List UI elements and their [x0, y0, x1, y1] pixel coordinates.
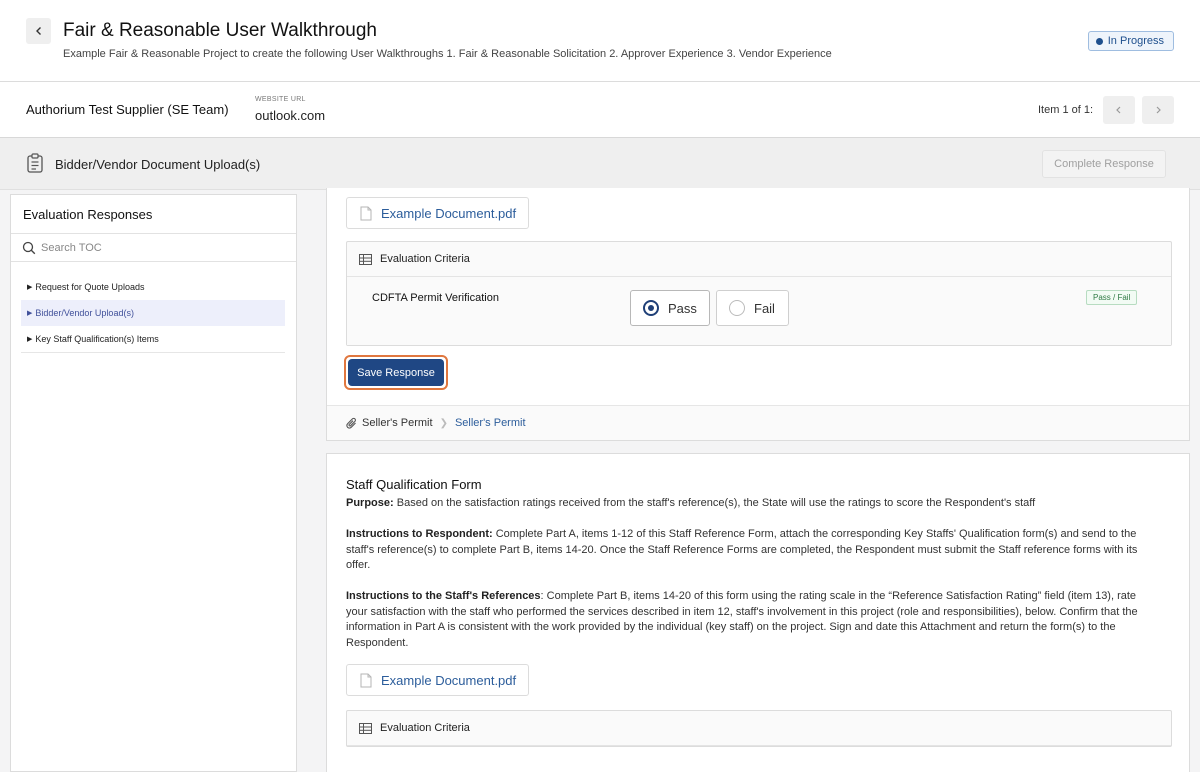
purpose-text: Based on the satisfaction ratings receiv…: [393, 497, 1036, 509]
radio-checked-icon: [643, 300, 659, 316]
references-label: Instructions to the Staff's References: [346, 590, 541, 602]
back-button[interactable]: [26, 18, 51, 44]
toc-item-key-staff-qualifications[interactable]: ▶ Key Staff Qualification(s) Items: [21, 326, 285, 352]
fail-radio-option[interactable]: Fail: [716, 290, 789, 326]
item-counter: Item 1 of 1:: [1038, 104, 1094, 116]
website-label: WEBSITE URL: [255, 96, 306, 103]
toc-search-input[interactable]: [41, 238, 281, 258]
radio-unchecked-icon: [729, 300, 745, 316]
criteria-title: Evaluation Criteria: [380, 253, 470, 265]
clipboard-icon: [27, 153, 43, 173]
document-link[interactable]: Example Document.pdf: [346, 197, 529, 229]
save-response-button[interactable]: Save Response: [348, 359, 444, 386]
toc-sidebar: Evaluation Responses ▶ Request for Quote…: [10, 194, 297, 772]
complete-response-button[interactable]: Complete Response: [1042, 150, 1166, 178]
breadcrumb-item: Seller's Permit: [362, 417, 433, 429]
criteria-title: Evaluation Criteria: [380, 722, 470, 734]
table-icon: [359, 722, 372, 734]
section-title: Bidder/Vendor Document Upload(s): [55, 157, 261, 172]
evaluation-criteria-panel: Evaluation Criteria: [346, 710, 1172, 747]
form-title: Staff Qualification Form: [346, 477, 482, 492]
criterion-type-badge: Pass / Fail: [1086, 290, 1138, 305]
toc-item-bidder-vendor-uploads[interactable]: ▶ Bidder/Vendor Upload(s): [21, 300, 285, 326]
document-icon: [360, 673, 372, 687]
status-badge: In Progress: [1087, 31, 1174, 51]
criteria-header: Evaluation Criteria: [347, 242, 1171, 277]
supplier-bar: Authorium Test Supplier (SE Team) WEBSIT…: [0, 82, 1200, 138]
document-name: Example Document.pdf: [381, 205, 517, 221]
page-description: Example Fair & Reasonable Project to cre…: [63, 48, 832, 60]
website-value: outlook.com: [255, 108, 326, 123]
page-title: Fair & Reasonable User Walkthrough: [63, 20, 377, 41]
document-icon: [360, 206, 372, 220]
instructions-paragraph: Instructions to Respondent: Complete Par…: [346, 527, 1158, 574]
purpose-paragraph: Purpose: Based on the satisfaction ratin…: [346, 496, 1158, 512]
chevron-right-icon: [1156, 106, 1161, 114]
toc-item-label: Request for Quote Uploads: [35, 282, 145, 292]
section-bar: Bidder/Vendor Document Upload(s) Complet…: [0, 138, 1200, 190]
next-item-button[interactable]: [1142, 96, 1174, 124]
pass-radio-option[interactable]: Pass: [630, 290, 710, 326]
response-card-sellers-permit: Example Document.pdf Evaluation Criteria…: [326, 188, 1190, 441]
save-response-highlight: Save Response: [344, 355, 448, 390]
references-paragraph: Instructions to the Staff's References: …: [346, 589, 1158, 651]
pass-label: Pass: [668, 300, 697, 316]
card-breadcrumb: Seller's Permit ❯ Seller's Permit: [327, 405, 1189, 440]
toc-item-label: Key Staff Qualification(s) Items: [35, 334, 159, 344]
breadcrumb-separator-icon: ❯: [439, 417, 448, 429]
caret-right-icon: ▶: [27, 310, 33, 317]
caret-right-icon: ▶: [27, 284, 33, 291]
search-icon: [22, 241, 36, 255]
paperclip-icon: [346, 417, 356, 429]
status-dot-icon: [1095, 37, 1103, 45]
previous-item-button[interactable]: [1103, 96, 1135, 124]
document-link[interactable]: Example Document.pdf: [346, 664, 529, 696]
criterion-row: CDFTA Permit Verification Pass Fail Pass…: [347, 277, 1171, 345]
page-header: Fair & Reasonable User Walkthrough Examp…: [0, 0, 1200, 82]
fail-label: Fail: [754, 300, 775, 316]
instructions-label: Instructions to Respondent:: [346, 528, 493, 540]
criterion-label: CDFTA Permit Verification: [372, 292, 499, 304]
criteria-header: Evaluation Criteria: [347, 711, 1171, 746]
toc-search: [11, 233, 296, 262]
toc-item-request-for-quote-uploads[interactable]: ▶ Request for Quote Uploads: [21, 274, 285, 300]
chevron-left-icon: [1116, 106, 1121, 114]
breadcrumb-link[interactable]: Seller's Permit: [455, 417, 526, 429]
response-card-staff-qualification: Staff Qualification Form Purpose: Based …: [326, 453, 1190, 772]
toc-item-label: Bidder/Vendor Upload(s): [35, 308, 134, 318]
divider: [21, 352, 285, 353]
purpose-label: Purpose:: [346, 497, 394, 509]
document-name: Example Document.pdf: [381, 672, 517, 688]
evaluation-criteria-panel: Evaluation Criteria CDFTA Permit Verific…: [346, 241, 1172, 346]
supplier-name: Authorium Test Supplier (SE Team): [26, 102, 229, 117]
status-text: In Progress: [1107, 35, 1164, 47]
table-icon: [359, 253, 372, 265]
chevron-left-icon: [35, 27, 41, 35]
sidebar-title: Evaluation Responses: [23, 207, 153, 222]
caret-right-icon: ▶: [27, 336, 33, 343]
toc-list: ▶ Request for Quote Uploads ▶ Bidder/Ven…: [21, 274, 285, 353]
